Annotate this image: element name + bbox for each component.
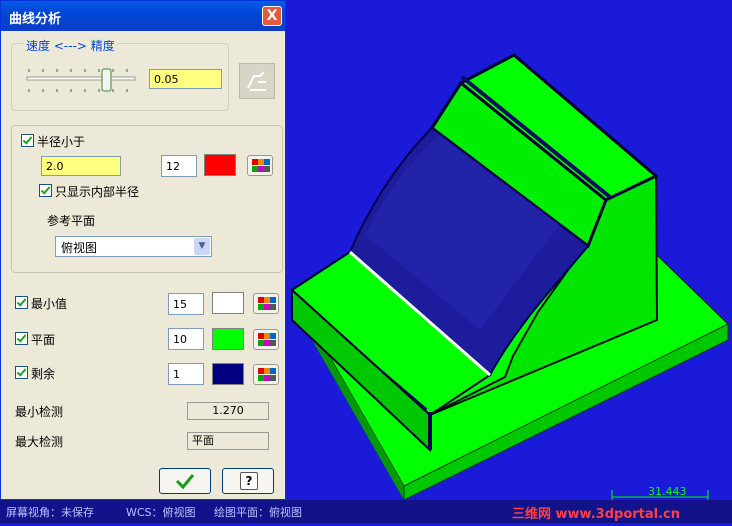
scale-bar-value: 31.443: [648, 485, 687, 498]
chevron-down-icon[interactable]: ▼: [194, 238, 210, 255]
speed-precision-legend: 速度 <---> 精度: [24, 37, 117, 54]
checkmark-icon: [175, 474, 195, 490]
flat-count-input[interactable]: [168, 328, 204, 350]
status-view: 屏幕视角：未保存: [6, 506, 94, 519]
min-check-value: 1.270: [187, 402, 269, 420]
min-value-label: 最小值: [31, 297, 68, 311]
flat-label: 平面: [31, 333, 56, 347]
curve-analysis-dialog: 曲线分析 X 速度 <---> 精度 半径小于 只显示内部半径 参考平面: [0, 0, 286, 500]
min-value-color-swatch[interactable]: [212, 292, 244, 314]
flat-color-swatch[interactable]: [212, 328, 244, 350]
rest-palette-button[interactable]: [253, 364, 279, 385]
radius-less-label: 半径小于: [37, 135, 86, 149]
rest-checkbox[interactable]: [15, 366, 28, 379]
min-value-count-input[interactable]: [168, 293, 204, 315]
inner-radius-only-checkbox[interactable]: [39, 184, 52, 197]
watermark: 三维网 www.3dportal.cn: [512, 507, 681, 522]
min-value-palette-button[interactable]: [253, 293, 279, 314]
precision-value-input[interactable]: [149, 69, 222, 89]
slider-track: [26, 68, 136, 92]
radius-palette-button[interactable]: [247, 155, 273, 176]
min-value-checkbox[interactable]: [15, 296, 28, 309]
rest-color-swatch[interactable]: [212, 363, 244, 385]
status-plane: 绘图平面：俯视图: [214, 506, 302, 519]
curve-analysis-icon: [247, 71, 266, 91]
ref-plane-selected: 俯视图: [61, 241, 98, 255]
title-bar[interactable]: 曲线分析 X: [1, 1, 285, 31]
rest-label: 剩余: [31, 367, 56, 381]
question-icon: ?: [240, 472, 258, 490]
inner-radius-only-label: 只显示内部半径: [55, 185, 140, 199]
ok-button[interactable]: [159, 468, 211, 494]
close-button[interactable]: X: [262, 6, 282, 26]
dialog-title: 曲线分析: [9, 12, 62, 27]
radius-value-input[interactable]: [41, 156, 121, 176]
min-check-label: 最小检测: [15, 405, 64, 419]
radius-count-input[interactable]: [161, 155, 197, 177]
help-button[interactable]: ?: [222, 468, 274, 494]
rest-count-input[interactable]: [168, 363, 204, 385]
flat-palette-button[interactable]: [253, 329, 279, 350]
ref-plane-label: 参考平面: [47, 214, 96, 228]
status-bar: 屏幕视角：未保存 WCS：俯视图 绘图平面：俯视图 三维网 www.3dport…: [0, 500, 732, 523]
flat-checkbox[interactable]: [15, 332, 28, 345]
ref-plane-select[interactable]: 俯视图 ▼: [55, 236, 212, 257]
analysis-mode-button[interactable]: [239, 63, 275, 99]
max-check-value: 平面: [187, 432, 269, 450]
radius-less-checkbox[interactable]: [21, 134, 34, 147]
slider-thumb: [101, 68, 112, 92]
max-check-label: 最大检测: [15, 435, 64, 449]
precision-slider[interactable]: [25, 65, 137, 97]
status-wcs: WCS：俯视图: [126, 506, 196, 519]
radius-color-swatch[interactable]: [204, 154, 236, 176]
